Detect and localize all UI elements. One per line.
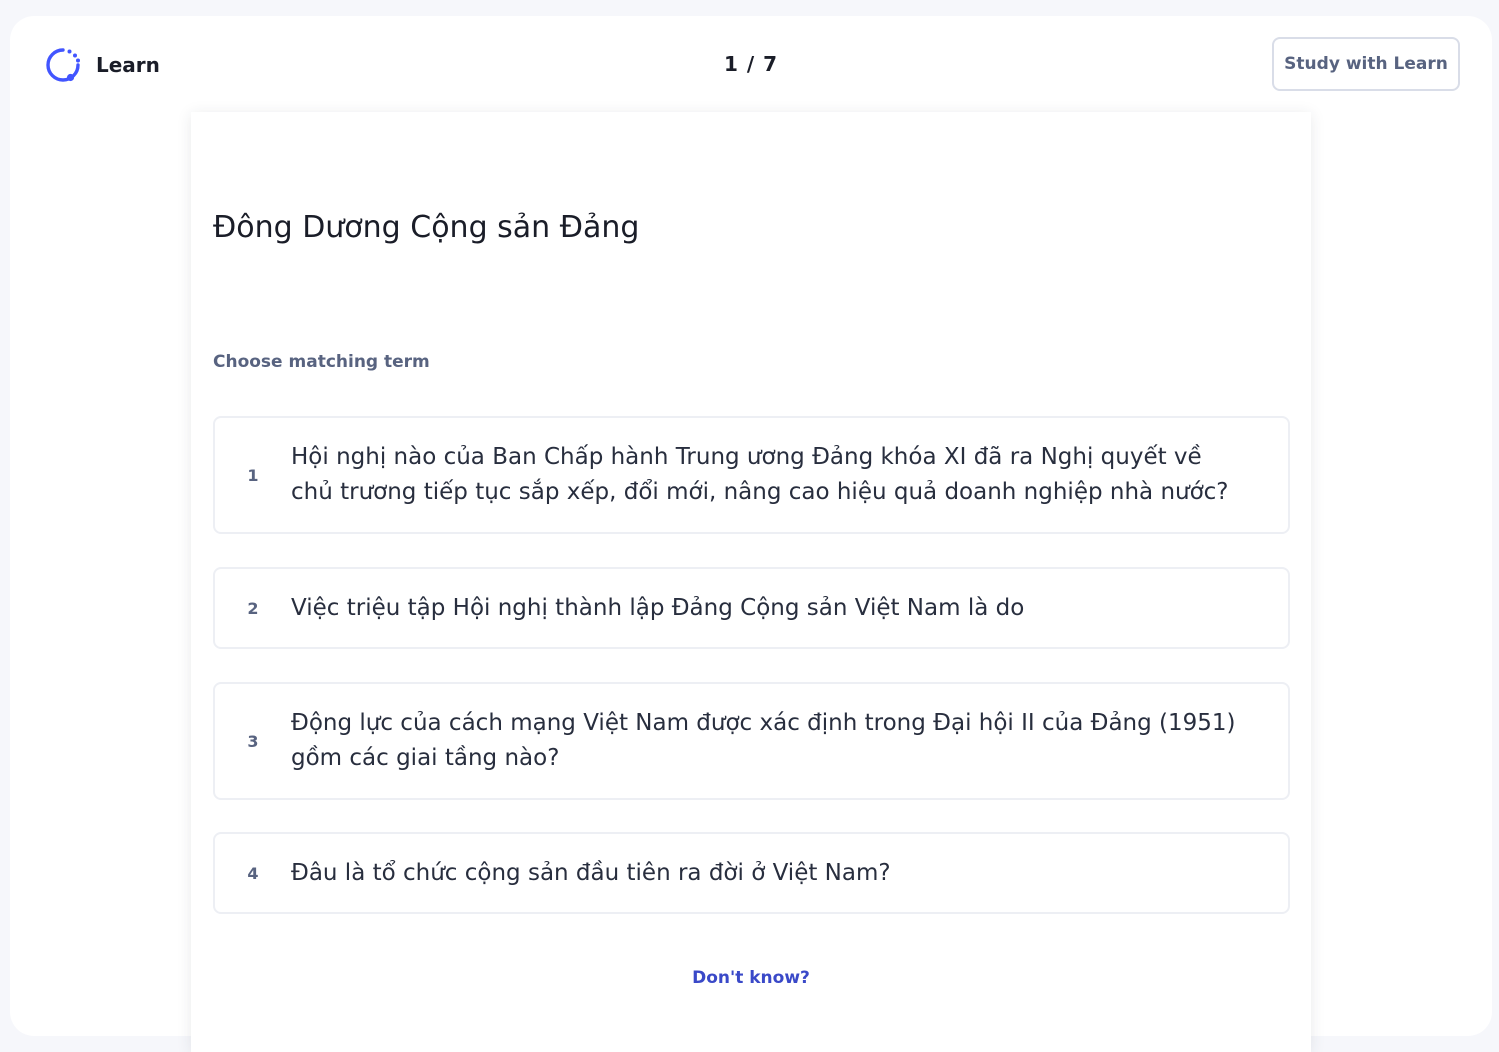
option-text: Động lực của cách mạng Việt Nam được xác… (291, 710, 1236, 771)
answer-option-2[interactable]: 2 Việc triệu tập Hội nghị thành lập Đảng… (213, 567, 1290, 649)
option-number: 2 (247, 598, 259, 618)
option-text: Việc triệu tập Hội nghị thành lập Đảng C… (291, 594, 1025, 621)
answer-option-1[interactable]: 1 Hội nghị nào của Ban Chấp hành Trung ư… (213, 416, 1290, 534)
question-card: Đông Dương Cộng sản Đảng Choose matching… (191, 112, 1311, 1052)
app-frame: Learn 1 / 7 Study with Learn Đông Dương … (10, 16, 1492, 1052)
instruction-label: Choose matching term (213, 352, 430, 372)
option-number: 3 (247, 731, 259, 751)
option-number: 1 (247, 465, 259, 485)
answer-option-3[interactable]: 3 Động lực của cách mạng Việt Nam được x… (213, 682, 1290, 800)
study-with-learn-button[interactable]: Study with Learn (1272, 37, 1460, 91)
option-number: 4 (247, 863, 259, 883)
dont-know-link[interactable]: Don't know? (191, 968, 1311, 988)
answer-option-4[interactable]: 4 Đâu là tổ chức cộng sản đầu tiên ra đờ… (213, 832, 1290, 914)
top-bar: Learn 1 / 7 Study with Learn (10, 16, 1492, 112)
option-text: Đâu là tổ chức cộng sản đầu tiên ra đời … (291, 859, 891, 886)
option-text: Hội nghị nào của Ban Chấp hành Trung ươn… (291, 444, 1229, 505)
question-prompt: Đông Dương Cộng sản Đảng (213, 210, 640, 245)
progress-counter: 1 / 7 (723, 52, 779, 76)
